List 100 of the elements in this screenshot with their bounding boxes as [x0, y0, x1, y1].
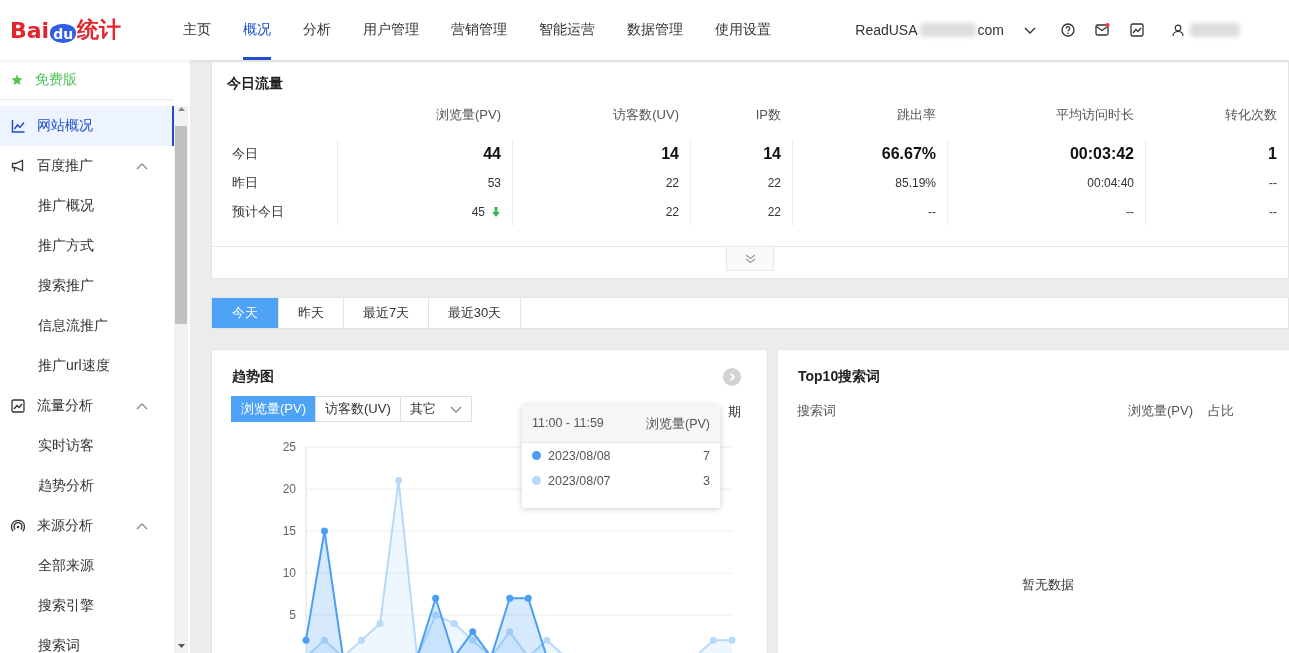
table-cell: 44 — [483, 144, 501, 163]
sidebar-item[interactable]: 网站概况 — [0, 106, 174, 146]
axis-tick-label: 20 — [282, 482, 296, 496]
data-point — [506, 628, 514, 636]
table-cell: 00:03:42 — [1069, 144, 1134, 163]
table-cell: 85.19% — [895, 175, 936, 190]
table-cell: 22 — [665, 175, 679, 190]
date-tab[interactable]: 昨天 — [279, 298, 344, 328]
column-header: 浏览量(PV) — [1128, 402, 1194, 420]
sidebar-subitem[interactable]: 推广url速度 — [0, 346, 174, 386]
help-icon[interactable] — [1061, 23, 1075, 37]
table-cell: 45 — [471, 204, 485, 219]
account-name[interactable]: ReadUSA com — [855, 22, 1004, 38]
data-point — [728, 636, 736, 644]
data-point — [506, 594, 514, 602]
image-icon — [11, 399, 25, 413]
table-cell: 66.67% — [881, 144, 936, 163]
table-cell: -- — [1126, 204, 1134, 219]
column-header: 占比 — [1208, 402, 1235, 420]
megaphone-icon — [11, 159, 25, 173]
scrollbar[interactable] — [174, 106, 188, 653]
line-chart-icon — [11, 119, 25, 133]
data-point — [321, 636, 328, 644]
axis-tick-label: 10 — [282, 566, 296, 580]
column-header: 浏览量(PV) — [435, 106, 502, 124]
scrollbar-thumb[interactable] — [175, 126, 187, 324]
sidebar-subitem[interactable]: 搜索词 — [0, 626, 174, 653]
nav-tab[interactable]: 智能运营 — [539, 0, 595, 60]
table-cell: 22 — [767, 175, 781, 190]
caret-icon — [449, 405, 462, 413]
data-point — [450, 619, 458, 627]
data-point — [524, 594, 532, 602]
double-chevron-icon — [744, 253, 756, 264]
table-cell: -- — [1269, 175, 1277, 190]
checkbox-label: 期 — [728, 403, 741, 421]
axis-tick-label: 25 — [282, 440, 296, 454]
row-label: 今日 — [231, 144, 259, 163]
nav-tab[interactable]: 用户管理 — [363, 0, 419, 60]
table-cell: -- — [1269, 204, 1277, 219]
data-point — [432, 611, 440, 619]
baidu-logo[interactable]: Bai du 统计 — [10, 15, 183, 45]
user-icon[interactable] — [1172, 23, 1184, 37]
sidebar-subitem[interactable]: 推广方式 — [0, 226, 174, 266]
sidebar-subitem[interactable]: 实时访客 — [0, 426, 174, 466]
nav-tab[interactable]: 数据管理 — [627, 0, 683, 60]
date-tab[interactable]: 最近7天 — [344, 298, 429, 328]
table-cell: -- — [928, 204, 936, 219]
axis-tick-label: 5 — [289, 608, 296, 622]
sidebar-subitem[interactable]: 信息流推广 — [0, 306, 174, 346]
sidebar-subitem[interactable]: 搜索引擎 — [0, 586, 174, 626]
chevron-up-icon[interactable] — [136, 162, 148, 170]
panel-title: Top10搜索词 — [798, 368, 881, 386]
sidebar-subitem[interactable]: 趋势分析 — [0, 466, 174, 506]
tooltip-value: 3 — [703, 473, 710, 488]
sidebar-subitem[interactable]: 推广概况 — [0, 186, 174, 226]
sidebar-subitem[interactable]: 全部来源 — [0, 546, 174, 586]
mail-icon[interactable] — [1095, 23, 1110, 37]
nav-tab[interactable]: 使用设置 — [715, 0, 771, 60]
sidebar-item[interactable]: 百度推广 — [0, 146, 174, 186]
metric-button[interactable]: 访客数(UV) — [315, 396, 401, 422]
chevron-up-icon[interactable] — [136, 522, 148, 530]
column-header: 跳出率 — [896, 106, 937, 124]
table-cell: 22 — [767, 204, 781, 219]
panel-title: 趋势图 — [232, 368, 274, 386]
data-point — [543, 636, 551, 644]
sidebar-item[interactable]: 流量分析 — [0, 386, 174, 426]
chevron-up-icon[interactable] — [136, 402, 148, 410]
table-cell: 1 — [1268, 144, 1277, 163]
chart-box-icon[interactable] — [1130, 23, 1144, 37]
date-tab[interactable]: 最近30天 — [429, 298, 521, 328]
logo-paw-text: du — [50, 23, 77, 43]
tooltip-date: 2023/08/08 — [548, 448, 611, 463]
tooltip-metric: 浏览量(PV) — [646, 416, 710, 433]
tooltip-date: 2023/08/07 — [548, 473, 611, 488]
table-cell: 14 — [763, 144, 781, 163]
column-header: 搜索词 — [797, 402, 837, 420]
sidebar-subitem[interactable]: 搜索推广 — [0, 266, 174, 306]
tooltip-time: 11:00 - 11:59 — [532, 416, 604, 432]
table-cell: 22 — [665, 204, 679, 219]
empty-message: 暂无数据 — [1022, 577, 1074, 592]
data-point — [432, 594, 440, 602]
row-label: 昨日 — [231, 173, 259, 192]
logo-text: 统计 — [77, 16, 122, 44]
star-icon — [11, 73, 23, 86]
metric-dropdown[interactable]: 其它 — [399, 396, 472, 422]
axis-tick-label: 15 — [282, 524, 296, 538]
sidebar-item[interactable]: 来源分析 — [0, 506, 174, 546]
column-header: 访客数(UV) — [612, 106, 680, 124]
table-cell: 53 — [487, 175, 501, 190]
column-header: 转化次数 — [1224, 106, 1278, 124]
nav-tab[interactable]: 分析 — [303, 0, 331, 60]
nav-tab[interactable]: 主页 — [183, 0, 211, 60]
scroll-down-icon[interactable] — [176, 643, 186, 649]
table-cell: 00:04:40 — [1087, 175, 1134, 190]
data-point — [302, 636, 310, 644]
column-header: IP数 — [754, 106, 782, 124]
nav-tab[interactable]: 营销管理 — [451, 0, 507, 60]
data-point — [710, 636, 717, 644]
scroll-up-icon[interactable] — [176, 106, 186, 112]
chevron-down-icon[interactable] — [1024, 26, 1036, 34]
